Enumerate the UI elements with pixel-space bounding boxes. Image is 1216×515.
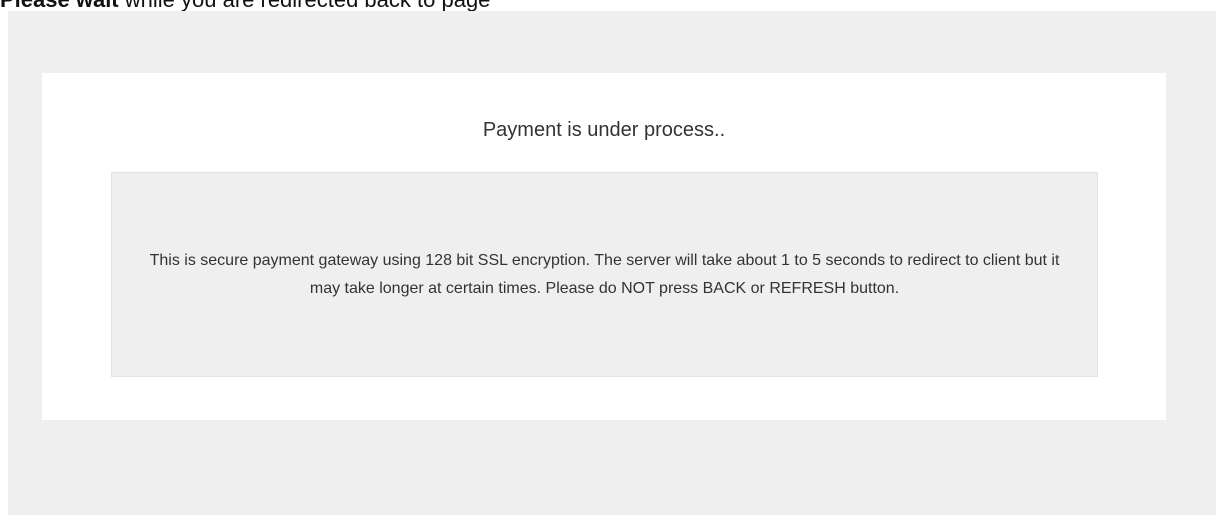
payment-status-card: Payment is under process.. This is secur… [42,73,1166,420]
payment-status-title: Payment is under process.. [482,119,726,141]
security-notice-text: This is secure payment gateway using 128… [149,251,1060,297]
payment-redirect-page: Please wait while you are redirected bac… [0,0,1216,515]
security-notice-box: This is secure payment gateway using 128… [111,172,1098,377]
gray-background-panel: Payment is under process.. This is secur… [8,11,1216,515]
